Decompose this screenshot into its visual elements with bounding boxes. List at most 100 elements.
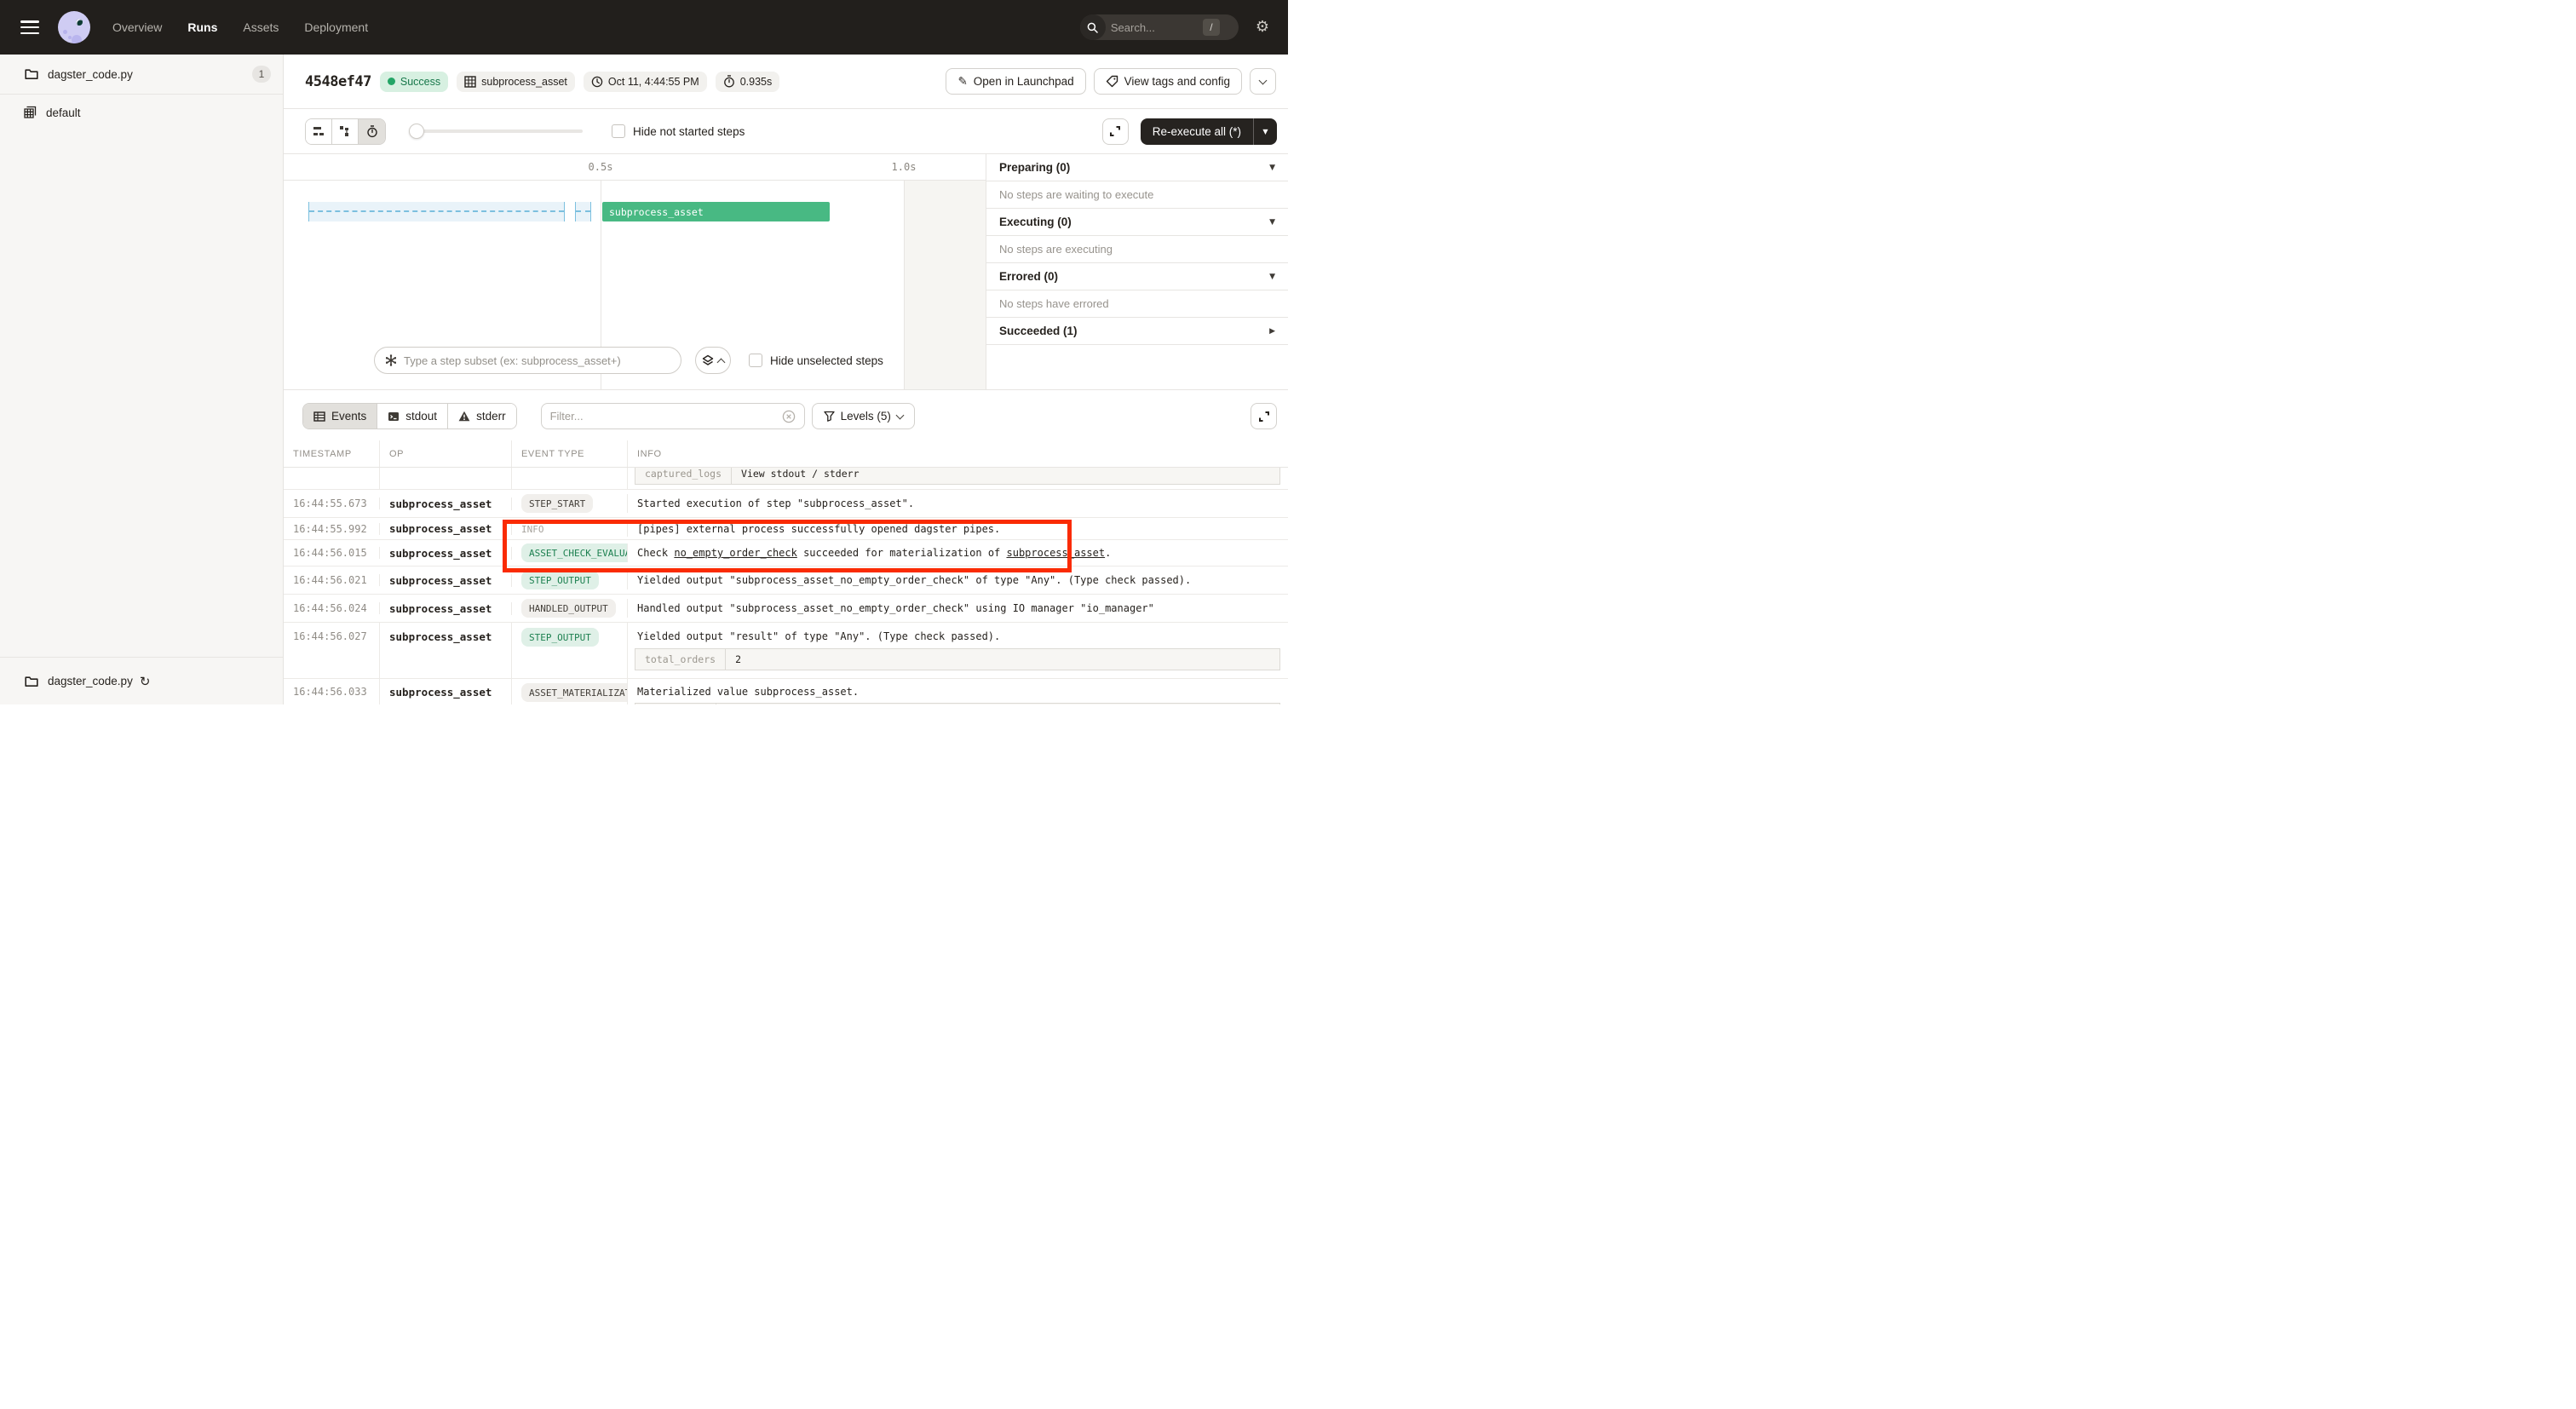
zoom-slider[interactable]: [411, 129, 583, 133]
nav-item-overview[interactable]: Overview: [112, 20, 162, 34]
panel-empty-preparing: No steps are waiting to execute: [986, 181, 1288, 209]
start-time-tag[interactable]: Oct 11, 4:44:55 PM: [584, 72, 707, 92]
triangle-down-icon: ▼: [1269, 273, 1275, 281]
flat-view-button[interactable]: [306, 119, 332, 144]
left-sidebar: dagster_code.py 1 default dagster_code.p…: [0, 55, 284, 704]
zoom-slider-thumb[interactable]: [409, 124, 424, 139]
log-row[interactable]: 16:44:56.021 subprocess_asset STEP_OUTPU…: [284, 566, 1288, 595]
sidebar-footer: dagster_code.py ↻: [0, 657, 283, 704]
log-op: subprocess_asset: [380, 547, 512, 560]
tab-stdout[interactable]: stdout: [377, 404, 448, 428]
log-table-header: TIMESTAMP OP EVENT TYPE INFO: [284, 440, 1288, 468]
top-navbar: Overview Runs Assets Deployment / ⚙: [0, 0, 1288, 55]
log-table-body: captured_logs View stdout / stderr 16:44…: [284, 468, 1288, 704]
log-info: [pipes] external process successfully op…: [628, 523, 1288, 535]
events-table-icon: [313, 411, 325, 423]
chevron-down-icon: [1259, 76, 1268, 84]
search-input[interactable]: [1111, 21, 1203, 34]
view-mode-segmented-control: [305, 118, 386, 145]
col-op: OP: [380, 440, 512, 467]
tag-icon: [1106, 75, 1118, 88]
clear-filter-icon[interactable]: [782, 410, 796, 423]
nav-item-assets[interactable]: Assets: [243, 20, 279, 34]
tab-label: stdout: [405, 410, 437, 423]
reexecute-all-button[interactable]: Re-execute all (*): [1141, 125, 1253, 138]
timed-view-button[interactable]: [359, 119, 385, 144]
log-info: Check no_empty_order_check succeeded for…: [628, 547, 1288, 559]
triangle-down-icon: ▼: [1269, 164, 1275, 172]
log-row[interactable]: 16:44:55.992 subprocess_asset INFO [pipe…: [284, 518, 1288, 540]
clock-icon: [591, 76, 603, 88]
log-row-asset-check[interactable]: 16:44:56.015 subprocess_asset ASSET_CHEC…: [284, 540, 1288, 566]
log-row[interactable]: 16:44:56.027 subprocess_asset STEP_OUTPU…: [284, 623, 1288, 679]
op-selector-icon: [385, 354, 397, 366]
log-filter-wrap: [541, 403, 805, 429]
expand-icon: [1109, 125, 1121, 137]
log-row[interactable]: 16:44:56.024 subprocess_asset HANDLED_OU…: [284, 595, 1288, 623]
log-row[interactable]: 16:44:56.033 subprocess_asset ASSET_MATE…: [284, 679, 1288, 704]
step-subset-input[interactable]: [404, 354, 670, 367]
open-in-launchpad-button[interactable]: ✎ Open in Launchpad: [946, 68, 1085, 95]
graph-query-toggle-button[interactable]: [695, 347, 731, 374]
chevron-down-icon: [895, 411, 904, 419]
sidebar-item-code-location[interactable]: dagster_code.py 1: [0, 55, 283, 95]
log-row[interactable]: 16:44:55.673 subprocess_asset STEP_START…: [284, 490, 1288, 518]
panel-section-succeeded[interactable]: Succeeded (1) ▶: [986, 318, 1288, 345]
tab-label: stderr: [476, 410, 506, 423]
dagster-logo[interactable]: [58, 11, 90, 43]
tab-stderr[interactable]: stderr: [448, 404, 516, 428]
step-bar-subprocess-asset[interactable]: subprocess_asset: [602, 202, 830, 221]
gear-icon[interactable]: ⚙: [1256, 20, 1269, 35]
reload-icon[interactable]: ↻: [140, 674, 151, 689]
waiting-bar-segment: [575, 202, 591, 221]
metadata-value-link[interactable]: View stdout / stderr: [732, 468, 1279, 484]
hamburger-menu-icon[interactable]: [20, 20, 39, 34]
triangle-right-icon: ▶: [1269, 327, 1275, 336]
hide-not-started-checkbox[interactable]: [612, 124, 625, 138]
log-filter-input[interactable]: [550, 410, 782, 423]
expand-icon: [1258, 411, 1270, 423]
log-info: Materialized value subprocess_asset.: [628, 679, 1288, 698]
warning-triangle-icon: [458, 411, 470, 422]
sidebar-item-default-job[interactable]: default: [0, 95, 283, 130]
metadata-key: total_orders: [635, 649, 726, 670]
hide-unselected-checkbox[interactable]: [749, 354, 762, 367]
expand-logs-button[interactable]: [1251, 403, 1277, 429]
search-box[interactable]: /: [1080, 14, 1239, 40]
terminal-icon: [388, 411, 400, 423]
dagster-run-page: Overview Runs Assets Deployment / ⚙ dags…: [0, 0, 1288, 704]
status-badge[interactable]: Success: [380, 72, 448, 92]
view-tags-config-button[interactable]: View tags and config: [1094, 68, 1242, 95]
asset-tag[interactable]: subprocess_asset: [457, 72, 575, 92]
duration-tag[interactable]: 0.935s: [716, 72, 780, 92]
tick-1-0s: 1.0s: [892, 161, 917, 173]
nav-item-deployment[interactable]: Deployment: [304, 20, 368, 34]
check-name-link[interactable]: no_empty_order_check: [674, 547, 797, 559]
log-row-partial[interactable]: captured_logs View stdout / stderr: [284, 468, 1288, 490]
gantt-toolbar: Hide not started steps Re-execute all (*…: [284, 109, 1288, 154]
run-id: 4548ef47: [305, 73, 371, 90]
event-type-pill: STEP_START: [521, 494, 593, 513]
waterfall-view-button[interactable]: [332, 119, 359, 144]
event-type-plain: INFO: [521, 524, 544, 535]
run-actions-dropdown-button[interactable]: [1250, 68, 1276, 95]
hide-unselected-checkbox-row[interactable]: Hide unselected steps: [749, 354, 883, 367]
col-event-type: EVENT TYPE: [512, 440, 628, 467]
levels-dropdown-button[interactable]: Levels (5): [812, 403, 915, 429]
metadata-table: captured_logs View stdout / stderr: [635, 468, 1280, 485]
log-info: Yielded output "result" of type "Any". (…: [628, 623, 1288, 642]
panel-section-errored[interactable]: Errored (0) ▼: [986, 263, 1288, 290]
panel-section-preparing[interactable]: Preparing (0) ▼: [986, 154, 1288, 181]
asset-name-link[interactable]: subprocess_asset: [1007, 547, 1106, 559]
event-type-pill: HANDLED_OUTPUT: [521, 599, 616, 618]
nav-item-runs[interactable]: Runs: [187, 20, 217, 34]
expand-gantt-button[interactable]: [1102, 118, 1129, 145]
hide-not-started-checkbox-row[interactable]: Hide not started steps: [612, 124, 745, 138]
log-op: subprocess_asset: [380, 602, 512, 615]
section-label: Errored (0): [999, 270, 1058, 283]
panel-section-executing[interactable]: Executing (0) ▼: [986, 209, 1288, 236]
reexecute-dropdown-caret-icon[interactable]: ▼: [1254, 128, 1277, 135]
tab-events[interactable]: Events: [303, 404, 377, 428]
folder-icon: [25, 68, 38, 80]
run-header: 4548ef47 Success subprocess_asset Oct 11…: [284, 55, 1288, 109]
